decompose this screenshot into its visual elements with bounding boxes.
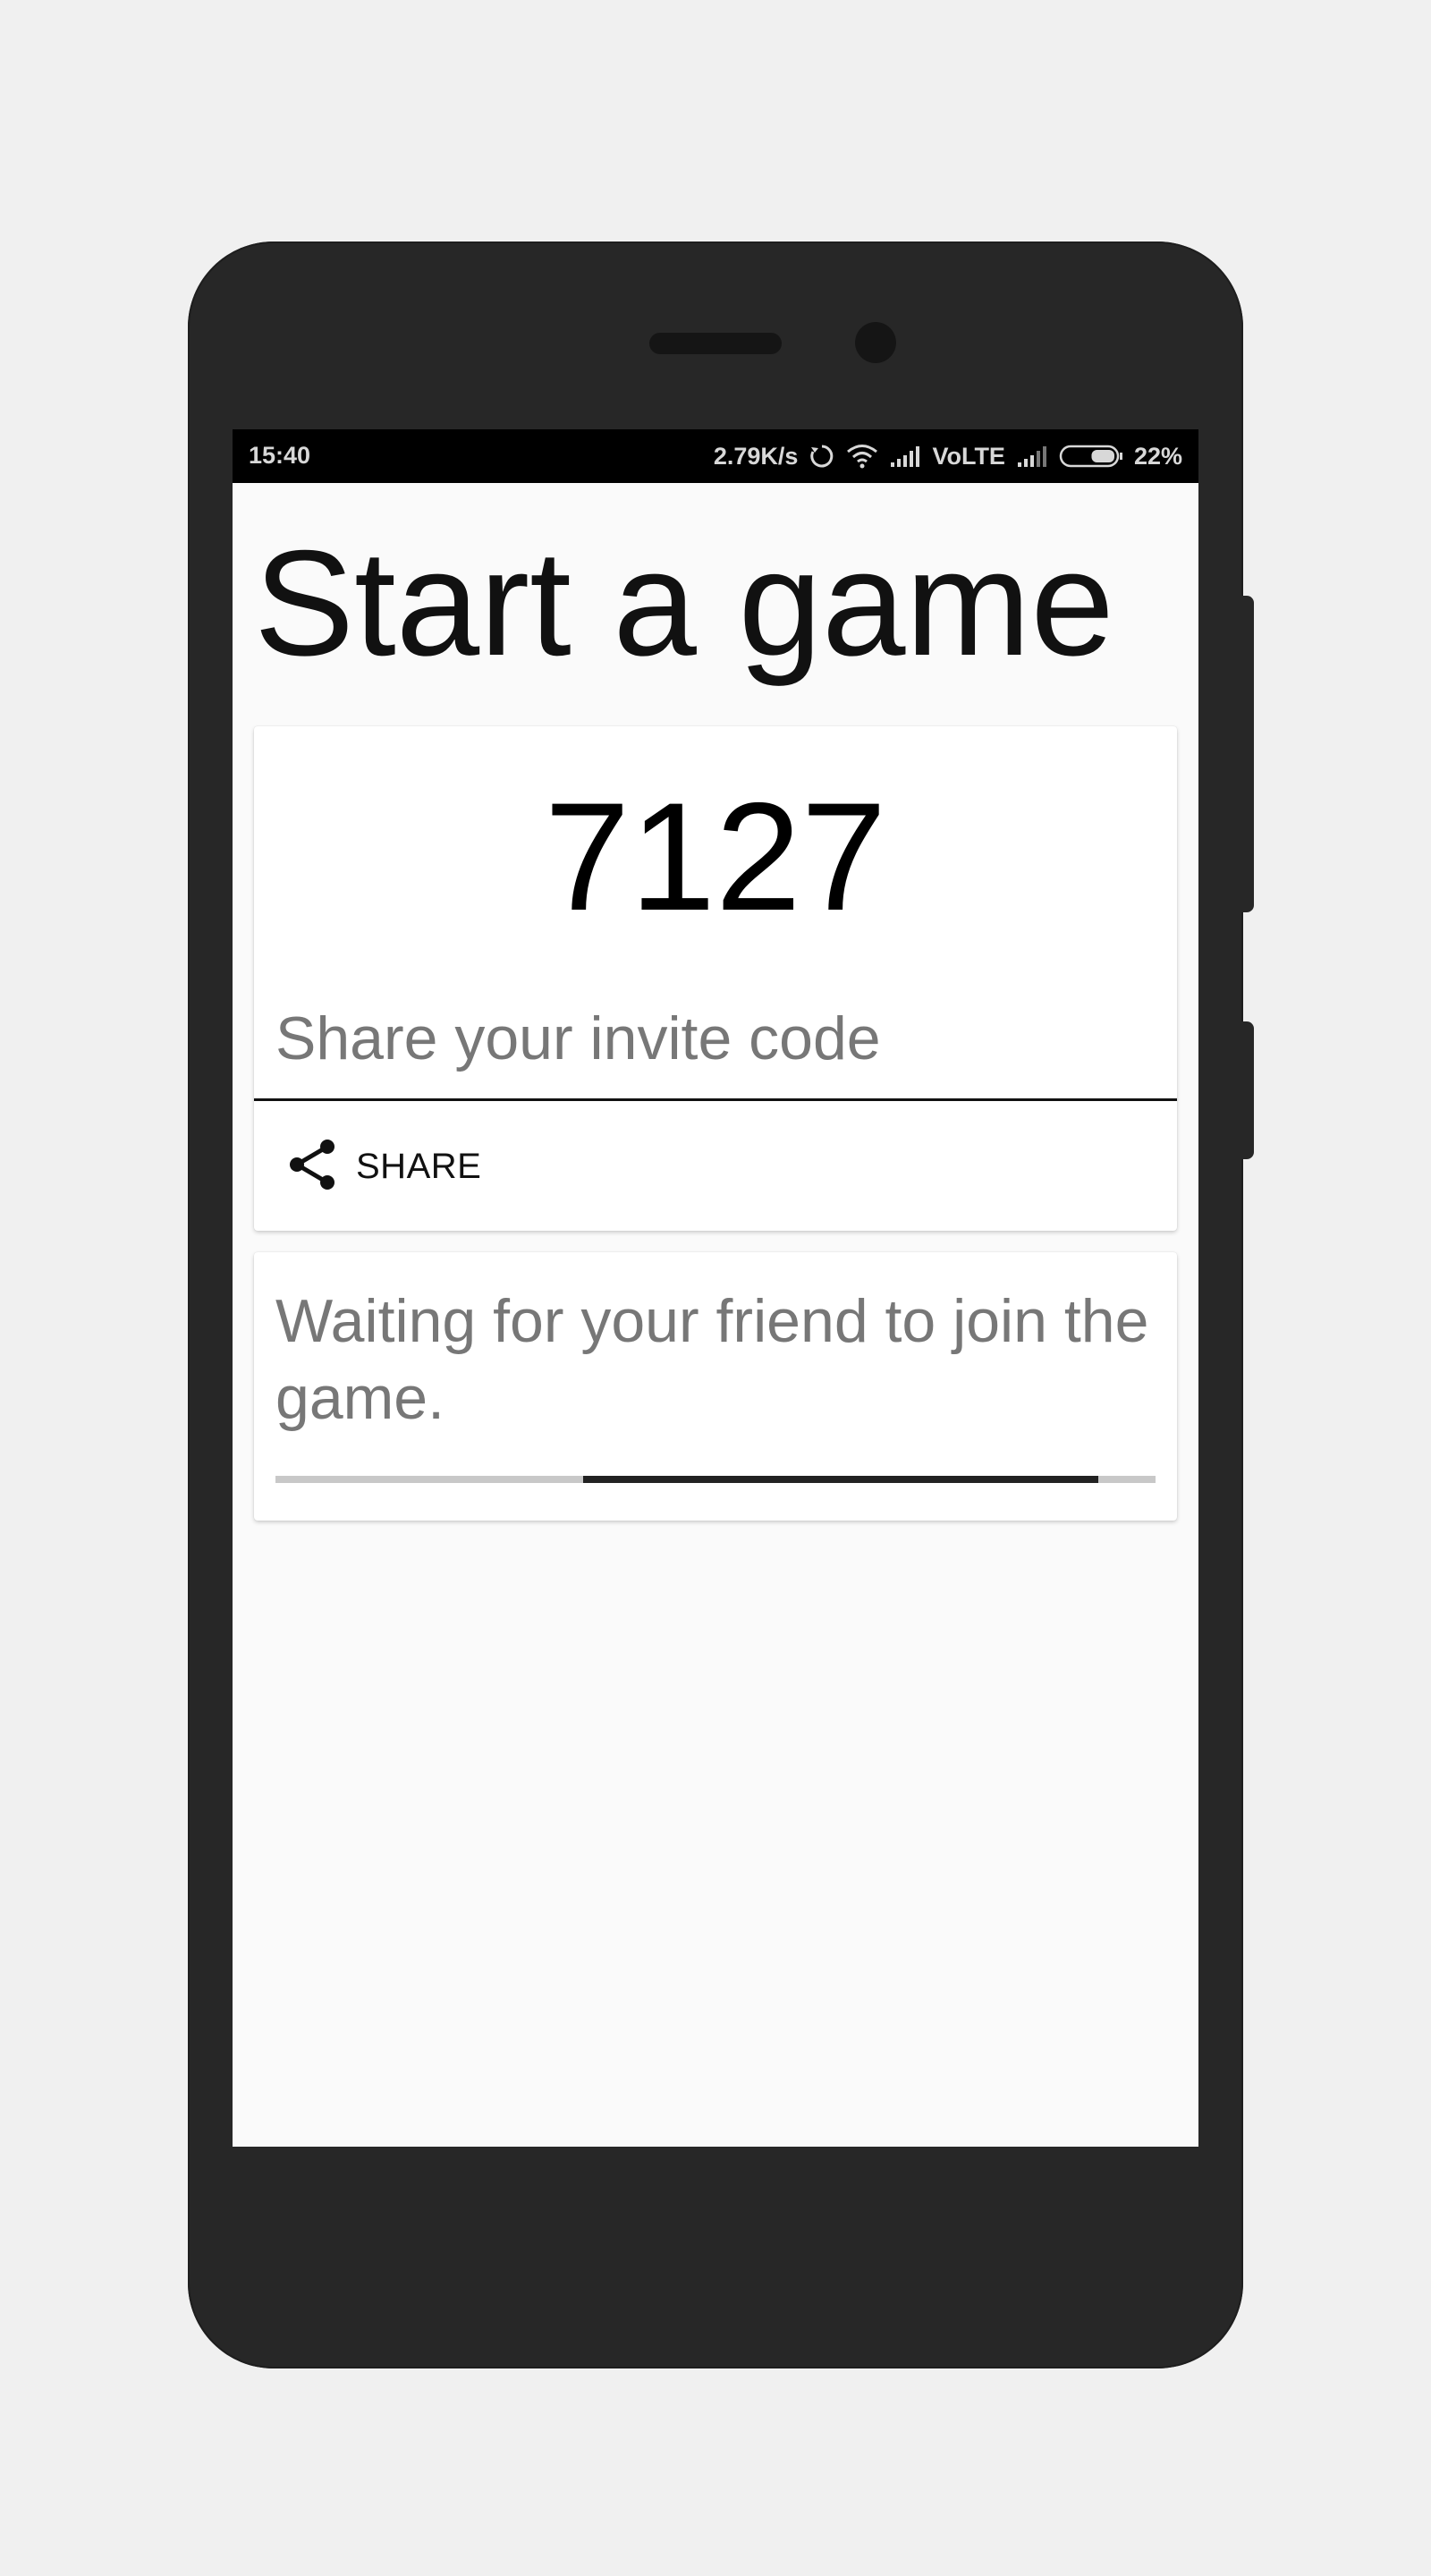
- status-indicators: 2.79K/s VoLTE 22%: [714, 440, 1182, 472]
- invite-card: 7127 Share your invite code SHARE: [254, 726, 1177, 1231]
- front-camera: [855, 322, 896, 363]
- status-time: 15:40: [249, 442, 311, 469]
- battery-percent: 22%: [1133, 442, 1182, 470]
- wifi-icon: [846, 444, 878, 469]
- waiting-message: Waiting for your friend to join the game…: [275, 1287, 1149, 1432]
- invite-code-label: Share your invite code: [275, 1004, 881, 1072]
- battery-icon: [1059, 444, 1123, 469]
- phone-speaker: [649, 333, 782, 354]
- share-icon: [286, 1138, 340, 1196]
- screen: 15:40 2.79K/s VoLTE 22% Start a game 712…: [233, 429, 1198, 2147]
- share-button-label: SHARE: [356, 1146, 482, 1186]
- progress-bar: [275, 1476, 1156, 1483]
- signal-icon: [889, 445, 921, 468]
- card-divider: [254, 1098, 1177, 1101]
- signal-icon: [1016, 445, 1048, 468]
- volume-button: [1241, 596, 1254, 912]
- progress-fill: [583, 1476, 1099, 1483]
- network-speed: 2.79K/s: [713, 442, 799, 470]
- status-bar: 15:40 2.79K/s VoLTE 22%: [233, 429, 1198, 483]
- power-button: [1241, 1021, 1254, 1159]
- waiting-card: Waiting for your friend to join the game…: [254, 1252, 1177, 1521]
- share-button[interactable]: SHARE: [286, 1134, 481, 1199]
- invite-code: 7127: [544, 771, 887, 943]
- carrier-label: VoLTE: [932, 442, 1005, 470]
- sync-icon: [809, 443, 835, 470]
- page-title: Start a game: [254, 519, 1114, 687]
